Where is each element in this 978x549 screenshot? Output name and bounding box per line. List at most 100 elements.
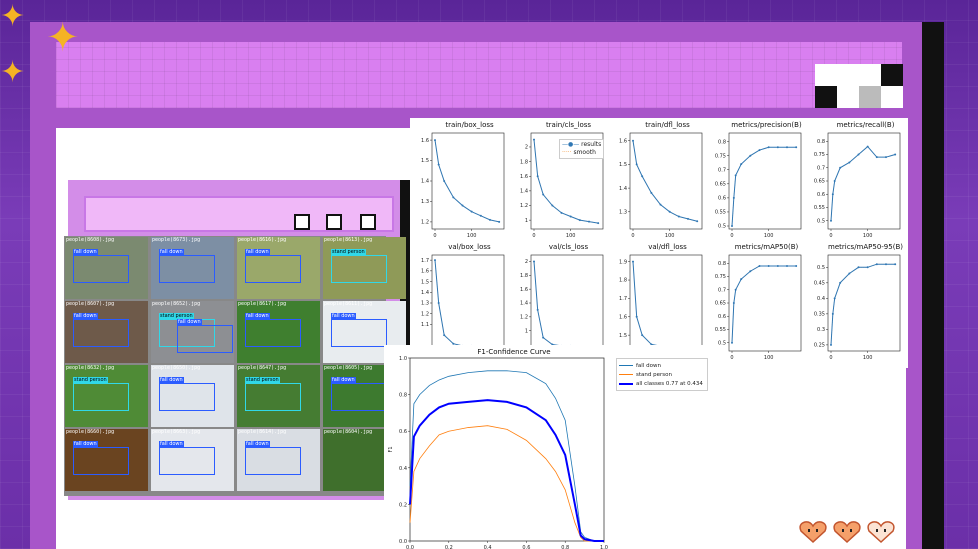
x-tick-label: 0	[829, 355, 832, 361]
data-point	[839, 166, 842, 169]
plot-title: train/dfl_loss	[645, 121, 690, 129]
data-point	[479, 214, 482, 217]
x-tick-label: 0	[829, 233, 832, 239]
detection-mosaic: people(8608).jpg fall down people(8673).jp…	[64, 236, 406, 496]
detection-tile: people(8673).jpg fall down	[151, 237, 234, 299]
y-tick-label: 0.5	[718, 224, 726, 230]
corner-blocks	[815, 64, 903, 108]
plot-frame	[530, 254, 604, 352]
detection-label: fall down	[73, 441, 98, 447]
x-tick-label: 0	[631, 233, 634, 239]
tile-filename: people(8604).jpg	[324, 429, 373, 435]
y-tick-label: 1.4	[520, 189, 528, 195]
data-point	[489, 218, 491, 221]
y-tick-label: 1.3	[619, 209, 627, 215]
data-point	[848, 161, 851, 164]
data-point	[767, 146, 770, 149]
plot-frame	[629, 254, 703, 352]
y-tick-label: 0.45	[814, 281, 825, 287]
detection-label: fall down	[73, 313, 98, 319]
x-tick-label: 100	[665, 233, 675, 239]
y-tick-label: 1.9	[619, 259, 627, 265]
data-point	[588, 220, 590, 223]
metric-plot: metrics/recall(B) 0.5 0.55 0.6 0.65 0.7 0.75 0.…	[814, 121, 903, 239]
legend-item: fall down	[619, 361, 705, 370]
data-point	[677, 215, 680, 218]
metric-plot: val/cls_loss 1 1.2 1.4 1.6 1.8 2	[520, 243, 606, 352]
plot-title: train/box_loss	[445, 121, 494, 129]
tile-filename: people(8616).jpg	[238, 237, 287, 243]
data-point	[786, 264, 788, 267]
y-tick-label: 0.3	[817, 327, 825, 333]
y-tick-label: 0.65	[715, 301, 726, 307]
y-tick-label: 1.4	[421, 179, 429, 185]
y-tick-label: 0.65	[814, 179, 825, 185]
mini-window-header	[84, 196, 394, 232]
y-tick-label: 1.6	[520, 174, 528, 180]
plot-title: metrics/mAP50(B)	[734, 243, 799, 251]
detection-box	[73, 383, 129, 411]
detection-tile: people(8607).jpg fall down	[65, 301, 148, 363]
y-tick-label: 1.3	[421, 301, 429, 307]
tile-filename: people(8608).jpg	[66, 237, 115, 243]
data-point	[641, 334, 644, 337]
legend-item: all classes 0.77 at 0.434	[619, 379, 705, 388]
y-tick-label: 0.75	[715, 274, 726, 280]
data-point	[696, 220, 699, 223]
y-tick-label: 1.7	[421, 258, 429, 264]
y-tick-label: 1	[525, 328, 528, 334]
detection-box	[331, 319, 387, 347]
y-tick-label: 0.55	[715, 327, 726, 333]
y-tick-label: 1.8	[520, 159, 528, 165]
data-point	[734, 174, 737, 177]
plot-legend: —●— results ····· smooth	[559, 139, 605, 159]
sparkle-icon: ✦	[0, 0, 26, 34]
data-point	[795, 264, 798, 267]
detection-box	[159, 447, 215, 475]
detection-tile: people(8650).jpg fall down	[151, 365, 234, 427]
data-point	[687, 217, 689, 220]
data-point	[749, 270, 752, 273]
detection-box	[73, 255, 129, 283]
y-tick-label: 1.6	[619, 138, 627, 144]
x-tick-label: 0.0	[406, 545, 414, 549]
data-point	[551, 204, 554, 207]
header-bar	[56, 42, 902, 108]
tile-filename: people(8614).jpg	[238, 429, 287, 435]
plot-title: val/cls_loss	[548, 243, 589, 251]
detection-label: fall down	[73, 249, 98, 255]
x-tick-label: 0.4	[484, 545, 492, 549]
plot-frame	[827, 132, 901, 230]
metric-plot: metrics/mAP50(B) 0.5 0.55 0.6 0.65 0.7 0.75 0.8…	[715, 243, 804, 361]
data-point	[833, 180, 836, 182]
y-tick-label: 1.6	[421, 138, 429, 144]
detection-label: fall down	[159, 377, 184, 383]
y-tick-label: 1.4	[421, 290, 429, 296]
plot-frame	[629, 132, 703, 230]
detection-box	[331, 383, 387, 411]
y-tick-label: 1.6	[421, 269, 429, 275]
legend-item: stand person	[619, 370, 705, 379]
smooth-line	[632, 261, 698, 347]
y-tick-label: 1.5	[421, 158, 429, 164]
y-tick-label: 0.7	[718, 167, 726, 173]
plot-frame	[431, 132, 505, 230]
y-tick-label: 0.6	[718, 196, 726, 202]
x-tick-label: 0	[532, 233, 535, 239]
data-point	[560, 211, 563, 214]
x-tick-label: 100	[764, 355, 774, 361]
y-tick-label: 1.2	[421, 220, 429, 226]
detection-label: stand person	[331, 249, 366, 255]
y-tick-label: 0.2	[399, 502, 407, 508]
y-tick-label: 0.4	[399, 466, 407, 472]
data-point	[542, 336, 545, 339]
y-tick-label: 0.8	[718, 139, 726, 145]
data-point	[434, 259, 436, 262]
metric-plot: val/box_loss 1.1 1.2 1.3 1.4 1.5 1.6 1.7	[421, 243, 507, 352]
results-line	[434, 260, 500, 348]
data-point	[635, 163, 638, 166]
detection-box	[245, 319, 301, 347]
data-point	[734, 288, 737, 291]
lives-indicator	[798, 520, 896, 544]
y-tick-label: 0.75	[715, 153, 726, 159]
